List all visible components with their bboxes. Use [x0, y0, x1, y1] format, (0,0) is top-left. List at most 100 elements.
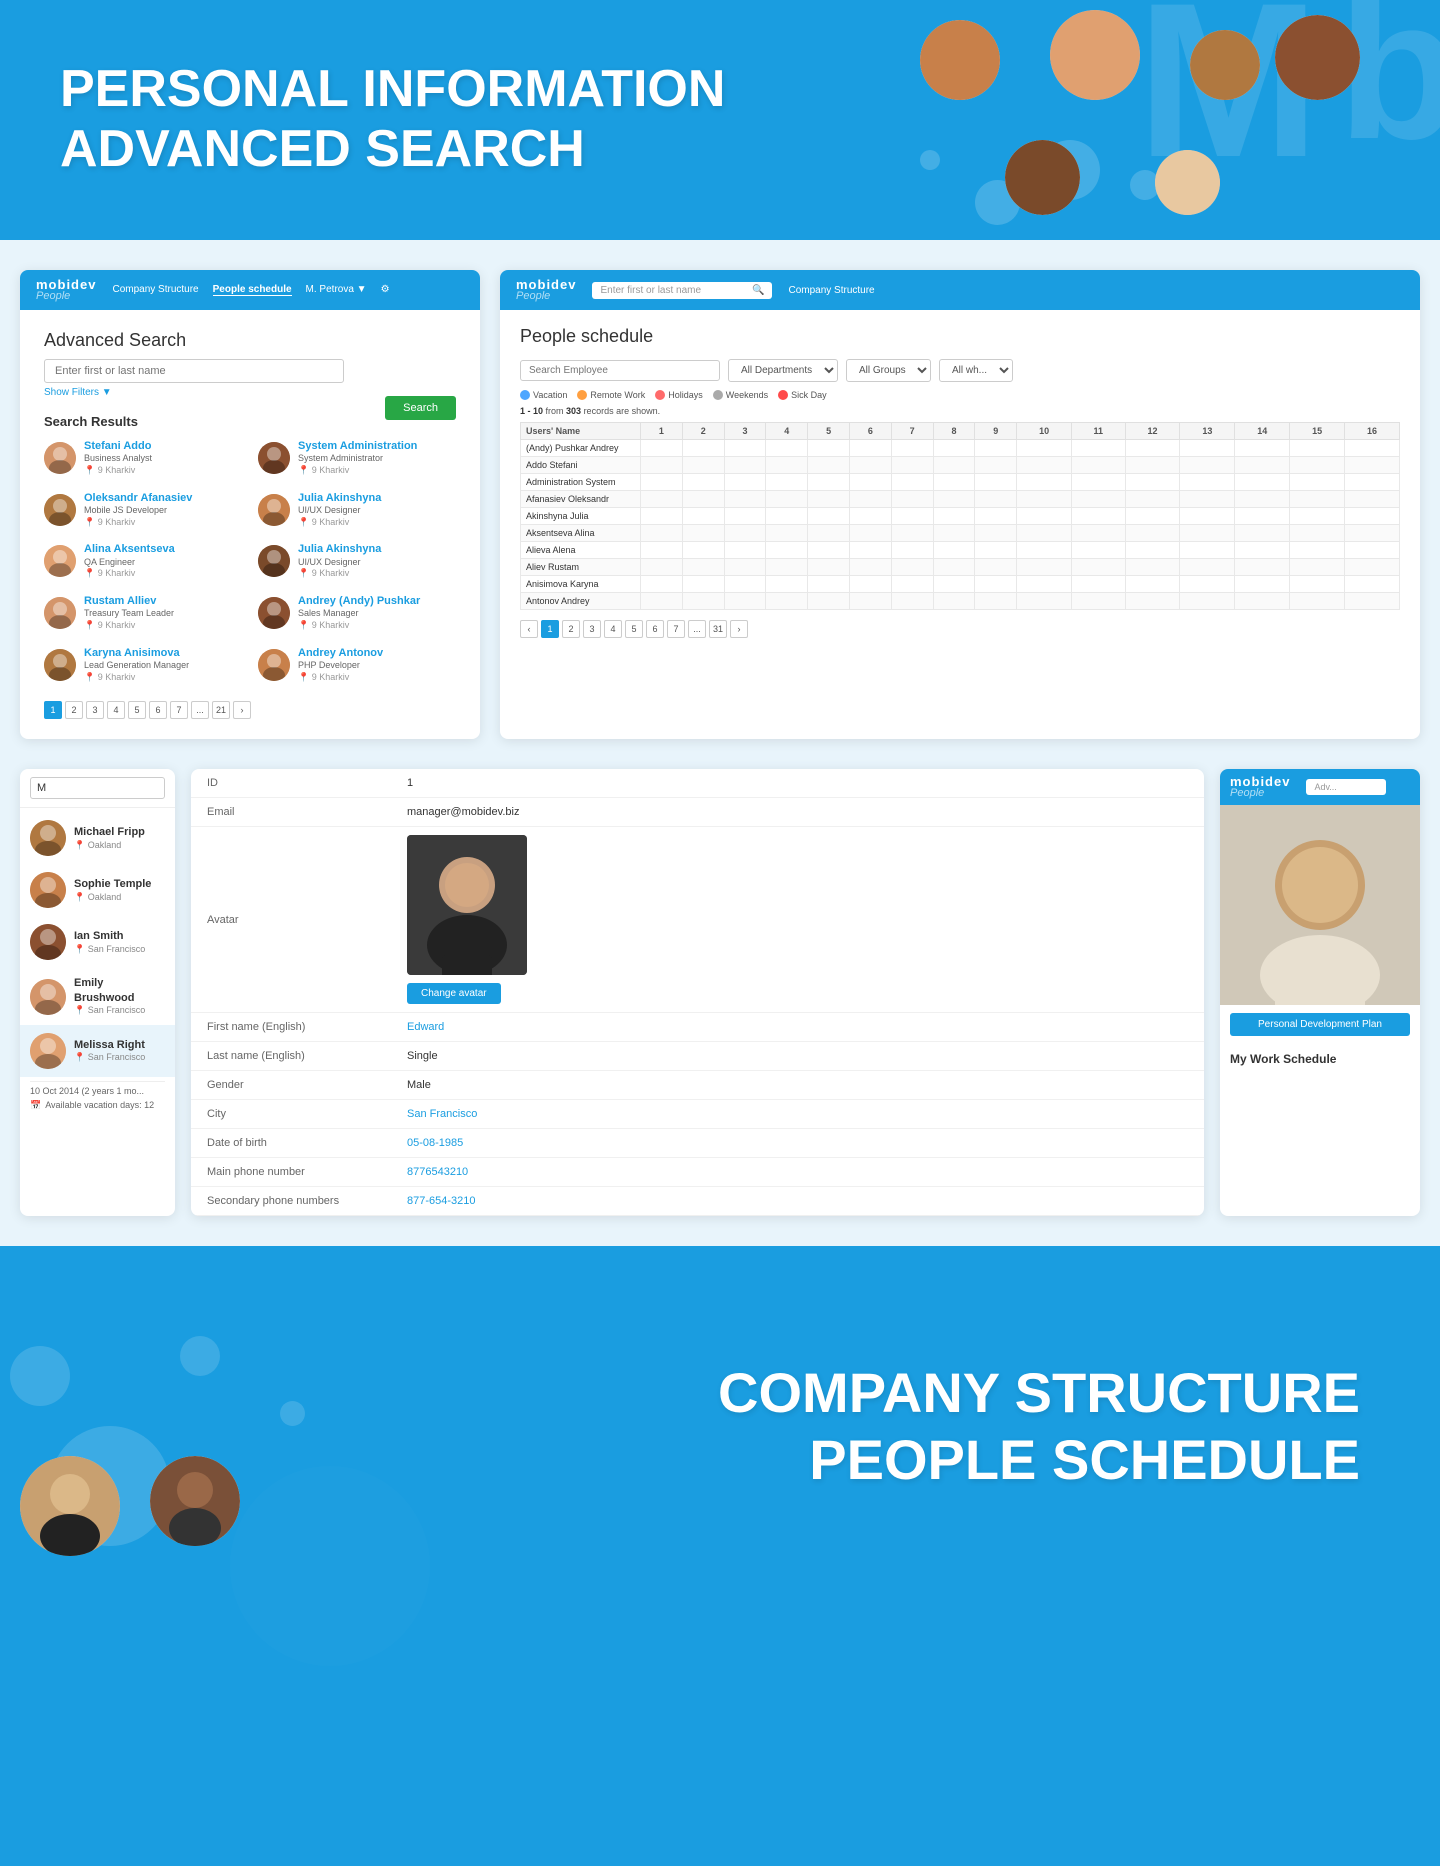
schedule-legend: Vacation Remote Work Holidays Weekends S…	[520, 390, 1400, 400]
schedule-page-btn[interactable]: 7	[667, 620, 685, 638]
search-button[interactable]: Search	[385, 396, 456, 420]
people-search-input[interactable]	[30, 777, 165, 799]
schedule-cell	[1180, 525, 1235, 542]
bottom-hero-line2: PEOPLE SCHEDULE	[718, 1426, 1360, 1493]
result-item[interactable]: Oleksandr Afanasiev Mobile JS Developer …	[44, 491, 242, 529]
table-row: Aksentseva Alina	[521, 525, 1400, 542]
page-btn[interactable]: ...	[191, 701, 209, 719]
info-label-phone2: Secondary phone numbers	[191, 1187, 391, 1216]
schedule-cell	[766, 491, 808, 508]
result-role: Business Analyst	[84, 453, 152, 465]
page-btn[interactable]: ›	[233, 701, 251, 719]
schedule-cell	[724, 440, 766, 457]
nav-user-menu[interactable]: M. Petrova ▼	[306, 284, 367, 296]
nav-people-schedule[interactable]: People schedule	[213, 284, 292, 296]
schedule-nav-company[interactable]: Company Structure	[788, 285, 874, 296]
vacation-label: Vacation	[533, 390, 567, 400]
schedule-cell	[849, 576, 891, 593]
schedule-page-btn[interactable]: 1	[541, 620, 559, 638]
page-btn[interactable]: 4	[107, 701, 125, 719]
schedule-cell	[891, 491, 933, 508]
schedule-page-btn[interactable]: 4	[604, 620, 622, 638]
schedule-cell	[1072, 593, 1126, 610]
result-item[interactable]: Alina Aksentseva QA Engineer 📍 9 Kharkiv	[44, 542, 242, 580]
right-small-search[interactable]: Adv...	[1306, 779, 1386, 795]
schedule-cell	[891, 457, 933, 474]
dept-select[interactable]: All Departments	[728, 359, 838, 382]
person-item[interactable]: Michael Fripp 📍 Oakland	[20, 812, 175, 864]
change-avatar-button[interactable]: Change avatar	[407, 983, 501, 1004]
result-item[interactable]: Julia Akinshyna UI/UX Designer 📍 9 Khark…	[258, 542, 456, 580]
legend-remote: Remote Work	[577, 390, 645, 400]
info-row-firstname: First name (English) Edward	[191, 1013, 1204, 1042]
page-btn[interactable]: 1	[44, 701, 62, 719]
schedule-page-btn[interactable]: ›	[730, 620, 748, 638]
nav-settings[interactable]: ⚙	[381, 284, 390, 296]
schedule-page-btn[interactable]: ...	[688, 620, 706, 638]
schedule-cell	[975, 440, 1017, 457]
result-item[interactable]: Andrey (Andy) Pushkar Sales Manager 📍 9 …	[258, 594, 456, 632]
schedule-cell	[849, 508, 891, 525]
person-item[interactable]: Ian Smith 📍 San Francisco	[20, 916, 175, 968]
result-loc: 📍 9 Kharkiv	[298, 465, 417, 477]
result-avatar	[258, 442, 290, 474]
table-row: Aliev Rustam	[521, 559, 1400, 576]
info-value-dob: 05-08-1985	[391, 1129, 1204, 1158]
schedule-cell	[1345, 491, 1400, 508]
person-item[interactable]: Emily Brushwood 📍 San Francisco	[20, 968, 175, 1024]
schedule-cell	[1290, 525, 1345, 542]
schedule-cell	[1017, 525, 1072, 542]
person-name: Melissa Right	[74, 1038, 145, 1052]
result-avatar	[258, 545, 290, 577]
hero-avatar-4	[1275, 15, 1360, 100]
result-avatar	[44, 597, 76, 629]
result-name: Oleksandr Afanasiev	[84, 491, 192, 505]
employee-search-input[interactable]	[520, 360, 720, 381]
result-name: Andrey Antonov	[298, 646, 383, 660]
result-loc: 📍 9 Kharkiv	[84, 568, 175, 580]
result-item[interactable]: Stefani Addo Business Analyst 📍 9 Kharki…	[44, 439, 242, 477]
schedule-page-btn[interactable]: 31	[709, 620, 727, 638]
group-select[interactable]: All Groups	[846, 359, 931, 382]
search-text-input[interactable]	[44, 359, 344, 383]
result-loc: 📍 9 Kharkiv	[84, 465, 152, 477]
page-btn[interactable]: 7	[170, 701, 188, 719]
result-name: Julia Akinshyna	[298, 491, 381, 505]
result-info: Andrey (Andy) Pushkar Sales Manager 📍 9 …	[298, 594, 420, 632]
result-info: Julia Akinshyna UI/UX Designer 📍 9 Khark…	[298, 491, 381, 529]
hero-avatar-3	[1190, 30, 1260, 100]
schedule-cell	[641, 593, 683, 610]
person-info: Ian Smith 📍 San Francisco	[74, 929, 145, 955]
page-btn[interactable]: 3	[86, 701, 104, 719]
page-btn[interactable]: 5	[128, 701, 146, 719]
schedule-page-btn[interactable]: 2	[562, 620, 580, 638]
schedule-cell	[1235, 559, 1290, 576]
result-item[interactable]: Julia Akinshyna UI/UX Designer 📍 9 Khark…	[258, 491, 456, 529]
result-item[interactable]: Andrey Antonov PHP Developer 📍 9 Kharkiv	[258, 646, 456, 684]
schedule-page-btn[interactable]: 5	[625, 620, 643, 638]
nav-company-structure[interactable]: Company Structure	[112, 284, 198, 296]
schedule-page-btn[interactable]: 3	[583, 620, 601, 638]
schedule-search-bar[interactable]: Enter first or last name 🔍	[592, 282, 772, 299]
result-item[interactable]: System Administration System Administrat…	[258, 439, 456, 477]
schedule-cell	[975, 474, 1017, 491]
result-item[interactable]: Rustam Alliev Treasury Team Leader 📍 9 K…	[44, 594, 242, 632]
person-item[interactable]: Sophie Temple 📍 Oakland	[20, 864, 175, 916]
people-schedule-panel: mobidev People Enter first or last name …	[500, 270, 1420, 739]
person-item[interactable]: Melissa Right 📍 San Francisco	[20, 1025, 175, 1077]
schedule-cell	[975, 542, 1017, 559]
all-who-select[interactable]: All wh...	[939, 359, 1013, 382]
row-name: Akinshyna Julia	[521, 508, 641, 525]
page-btn[interactable]: 21	[212, 701, 230, 719]
dev-plan-button[interactable]: Personal Development Plan	[1230, 1013, 1410, 1036]
schedule-cell	[1235, 576, 1290, 593]
page-btn[interactable]: 6	[149, 701, 167, 719]
legend-vacation: Vacation	[520, 390, 567, 400]
schedule-page-btn[interactable]: 6	[646, 620, 664, 638]
person-city: 📍 San Francisco	[74, 944, 145, 956]
col-1: 1	[641, 423, 683, 440]
schedule-page-btn[interactable]: ‹	[520, 620, 538, 638]
page-btn[interactable]: 2	[65, 701, 83, 719]
result-item[interactable]: Karyna Anisimova Lead Generation Manager…	[44, 646, 242, 684]
person-avatar	[30, 1033, 66, 1069]
